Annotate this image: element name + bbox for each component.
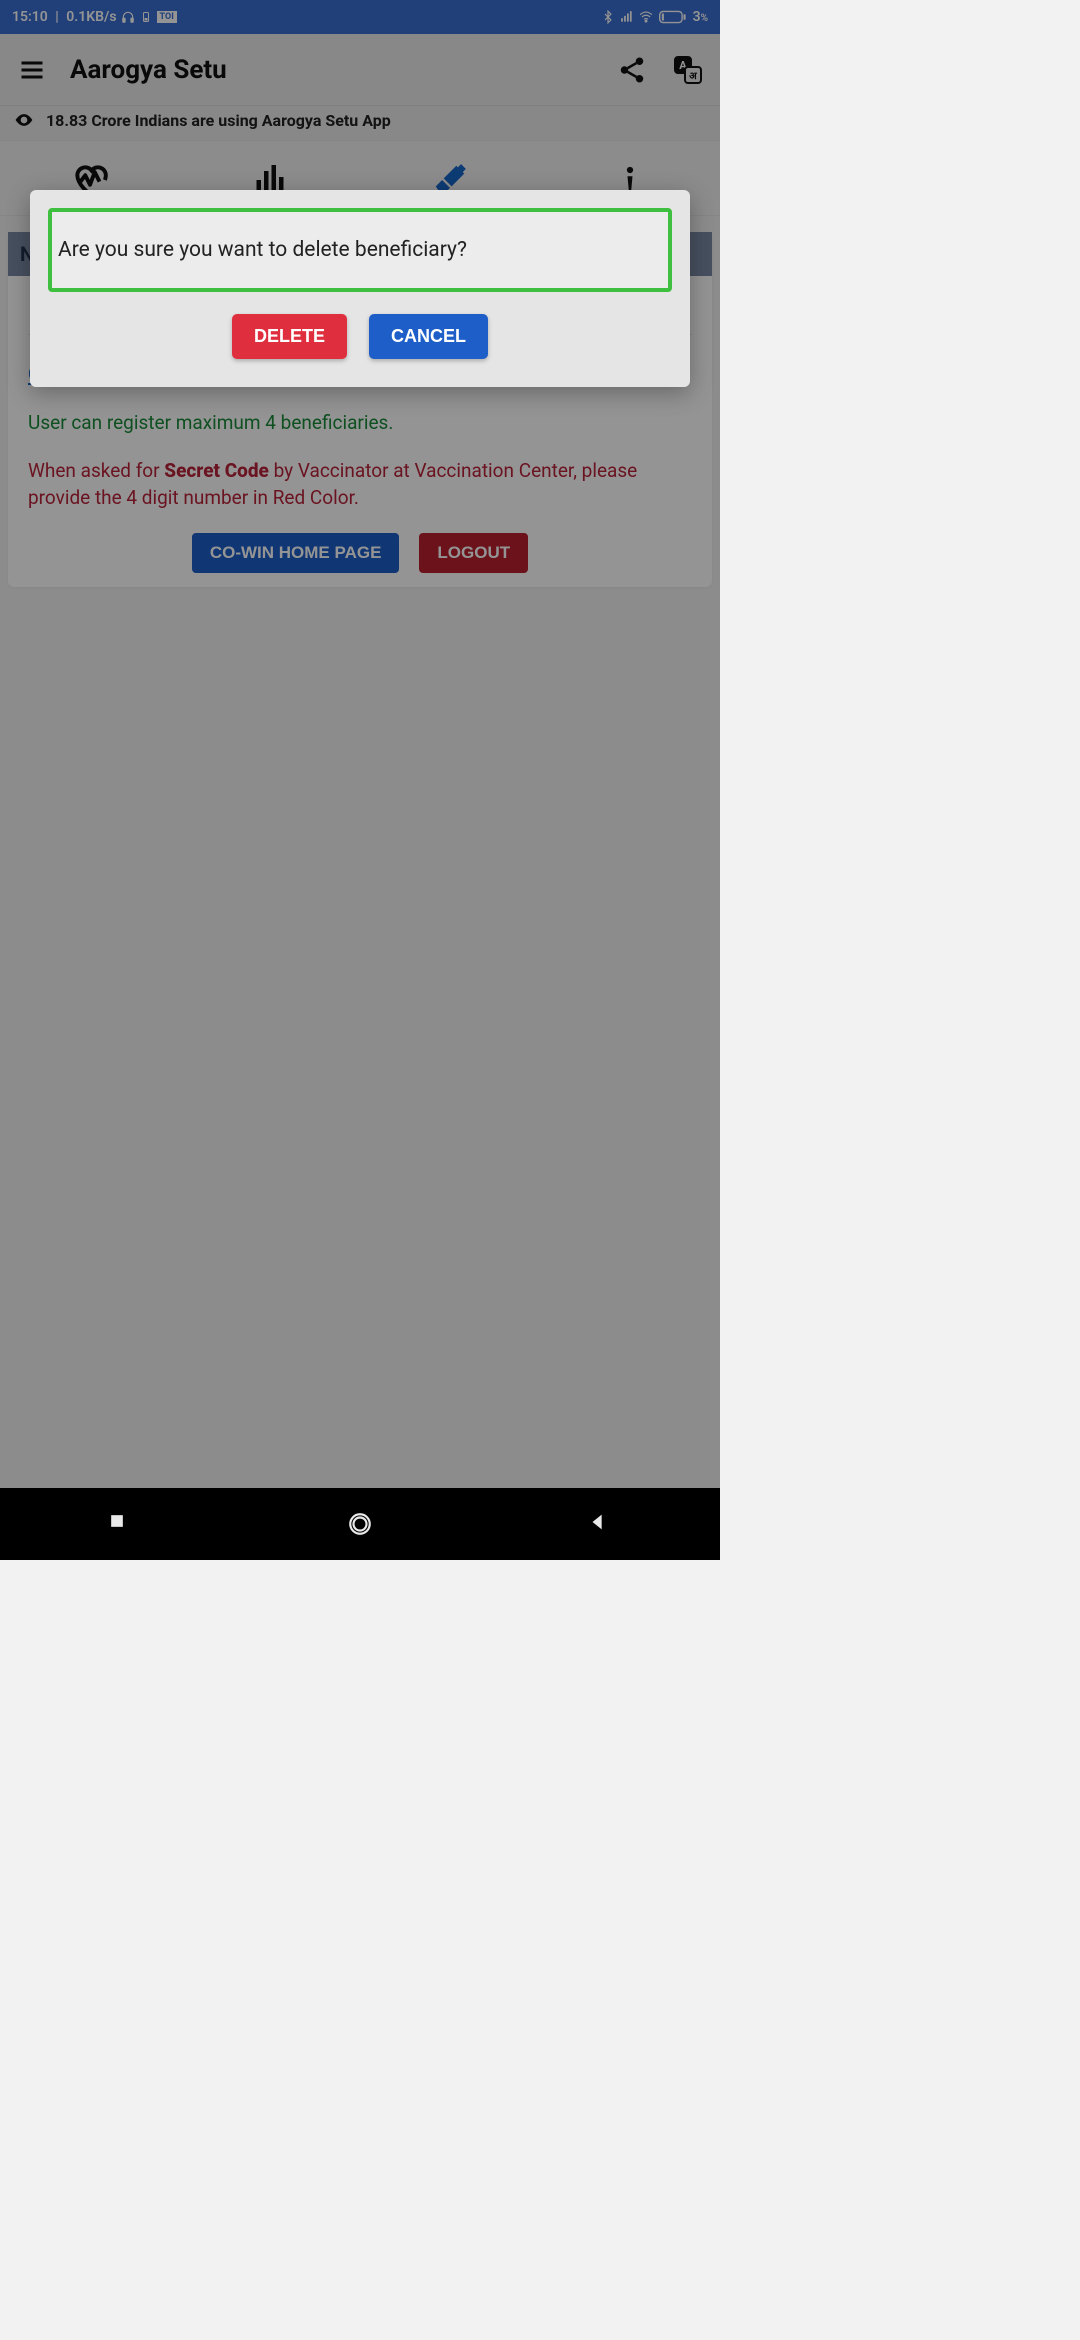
nav-recent-icon[interactable] bbox=[107, 1511, 133, 1537]
dialog-actions: DELETE CANCEL bbox=[48, 314, 672, 359]
confirm-dialog: Are you sure you want to delete benefici… bbox=[30, 190, 690, 387]
dialog-title: Are you sure you want to delete benefici… bbox=[58, 238, 662, 262]
dialog-title-box: Are you sure you want to delete benefici… bbox=[48, 208, 672, 292]
system-nav-bar bbox=[0, 1488, 720, 1560]
nav-home-icon[interactable] bbox=[347, 1511, 373, 1537]
nav-back-icon[interactable] bbox=[587, 1511, 613, 1537]
dialog-delete-button[interactable]: DELETE bbox=[232, 314, 347, 359]
dialog-cancel-button[interactable]: CANCEL bbox=[369, 314, 488, 359]
